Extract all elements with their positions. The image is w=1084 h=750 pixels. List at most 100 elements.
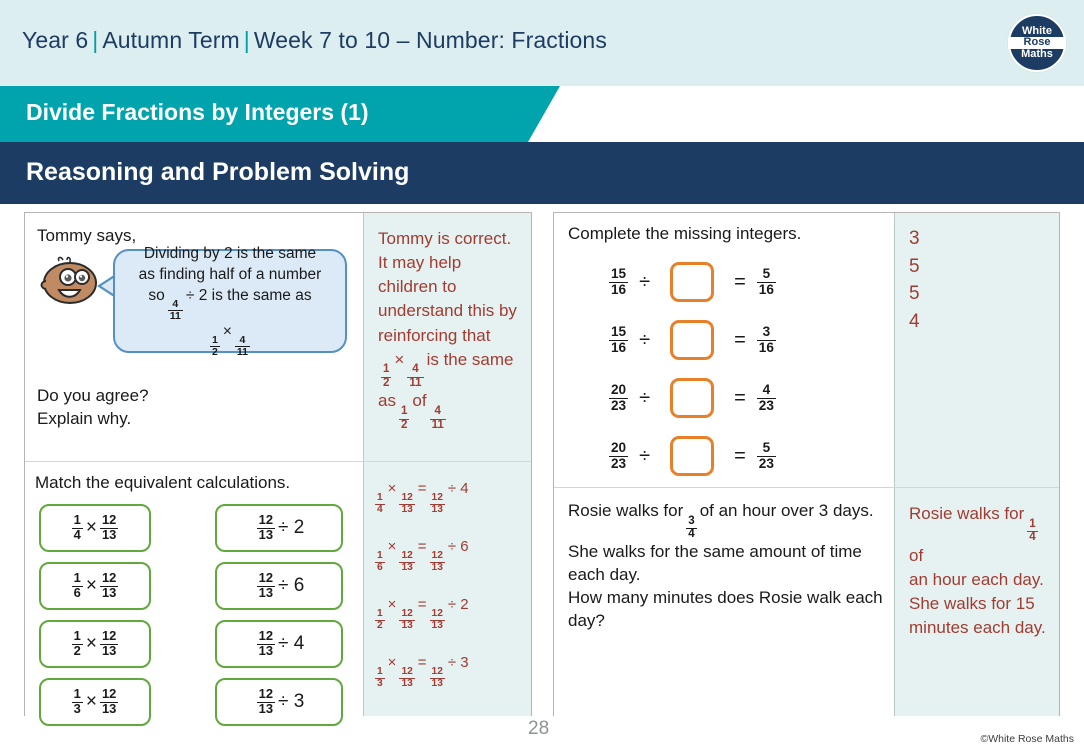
answer-input-box[interactable] xyxy=(670,436,715,476)
equals-sign: = xyxy=(734,386,746,409)
answer-fraction-1-2-b: 12 xyxy=(398,405,410,431)
answer-input-box[interactable] xyxy=(670,262,715,302)
fraction-denominator: 11 xyxy=(407,376,424,389)
white-rose-maths-logo: White Rose Maths xyxy=(1008,14,1066,72)
fraction-denominator: 13 xyxy=(399,619,415,631)
rosie-line-3: each day. xyxy=(568,564,641,584)
fraction-denominator: 11 xyxy=(167,310,183,323)
card-fraction-2: 12 13 xyxy=(99,629,119,658)
divide-sign: ÷ xyxy=(639,386,651,409)
fraction-numerator: 12 xyxy=(431,607,443,619)
fraction-numerator: 4 xyxy=(172,297,179,310)
equals-sign: = xyxy=(734,270,746,293)
fraction-numerator: 1 xyxy=(73,570,81,586)
card-fraction: 12 13 xyxy=(256,628,276,658)
fraction-numerator: 3 xyxy=(688,514,695,527)
ans-fraction: 13 xyxy=(375,665,385,689)
card-operator: × xyxy=(85,633,97,654)
question-2-title: Match the equivalent calculations. xyxy=(35,473,291,492)
missing-integer-row-2: 15 16 ÷ = 3 16 xyxy=(606,319,846,361)
fraction-denominator: 13 xyxy=(429,503,445,515)
card-fraction: 12 xyxy=(71,629,83,658)
answer-line-2: It may help xyxy=(378,253,462,273)
card-operator: ÷ xyxy=(278,633,289,654)
rosie-line-1-post: of an hour over 3 days. xyxy=(699,501,874,520)
answer-4-line-2: an hour each day. xyxy=(909,569,1044,589)
ans-fraction-2: 12 13 xyxy=(399,492,415,515)
fraction-denominator: 2 xyxy=(209,346,220,359)
topic-banner: Divide Fractions by Integers (1) xyxy=(0,86,560,142)
match-card-right-3[interactable]: 12 13 ÷ 4 xyxy=(215,620,343,668)
fraction-numerator: 4 xyxy=(434,405,441,418)
fraction-numerator: 12 xyxy=(401,665,413,677)
fraction-numerator: 12 xyxy=(401,549,413,561)
answer-4-cell: Rosie walks for 1 4 of an hour each day. Sh… xyxy=(894,488,1059,716)
match-card-left-3[interactable]: 1 2 × 12 13 xyxy=(39,620,151,668)
fraction-denominator: 13 xyxy=(99,527,119,542)
ans-fraction-2: 12 13 xyxy=(399,665,415,689)
answer-3-list: 3 5 5 4 xyxy=(909,225,920,335)
match-card-left-1[interactable]: 1 4 × 12 13 xyxy=(39,504,151,552)
answer-1-text: Tommy is correct. It may help children t… xyxy=(378,227,518,431)
fraction-denominator: 13 xyxy=(256,701,276,716)
answer-value-1: 3 xyxy=(909,228,920,249)
question-1-intro: Tommy says, xyxy=(37,226,137,245)
equals-sign: = xyxy=(734,444,746,467)
fraction-numerator: 15 xyxy=(611,266,627,282)
bubble-line-2: as finding half of a number xyxy=(138,265,322,283)
page-number: 28 xyxy=(528,718,550,739)
logo-line-3: Maths xyxy=(1021,47,1053,60)
fraction-numerator: 1 xyxy=(377,607,383,619)
match-card-left-2[interactable]: 1 6 × 12 13 xyxy=(39,562,151,610)
fraction-denominator: 3 xyxy=(375,677,385,689)
fraction-numerator: 20 xyxy=(611,382,627,398)
card-integer: 6 xyxy=(293,575,305,596)
tommy-avatar-icon xyxy=(37,255,99,309)
answer-of-word: of xyxy=(412,391,427,411)
row-fraction-right: 5 16 xyxy=(756,267,776,296)
bubble-fraction-4-11: 4 11 xyxy=(167,297,183,323)
card-operator: × xyxy=(85,575,97,596)
ans-integer: 6 xyxy=(460,538,469,555)
match-card-right-1[interactable]: 12 13 ÷ 2 xyxy=(215,504,343,552)
table-row: Tommy says, Dividing by 2 is the same as… xyxy=(25,213,531,461)
missing-integer-row-3: 20 23 ÷ = 4 23 xyxy=(606,377,846,419)
fraction-numerator: 12 xyxy=(101,570,117,586)
match-card-left-4[interactable]: 1 3 × 12 13 xyxy=(39,678,151,726)
fraction-numerator: 1 xyxy=(377,665,383,677)
answer-4-line-4: minutes each day. xyxy=(909,618,1046,638)
divide-sign: ÷ xyxy=(639,328,651,351)
bubble-line-3-pre: so xyxy=(148,286,165,304)
page-title: Year 6 | Autumn Term | Week 7 to 10 – Number… xyxy=(22,27,607,54)
match-card-right-2[interactable]: 12 13 ÷ 6 xyxy=(215,562,343,610)
answer-input-box[interactable] xyxy=(670,378,715,418)
fraction-denominator: 6 xyxy=(71,585,83,600)
fraction-denominator: 16 xyxy=(609,340,629,355)
answer-fraction-1-2: 12 xyxy=(381,363,392,389)
bubble-multiply-sign: × xyxy=(222,322,232,340)
answer-value-3: 5 xyxy=(909,283,920,305)
section-banner-label: Reasoning and Problem Solving xyxy=(26,158,410,186)
equals-sign: = xyxy=(734,328,746,351)
card-fraction: 16 xyxy=(71,570,83,600)
fraction-denominator: 13 xyxy=(399,677,415,689)
rosie-line-2: She walks for the same amount of time xyxy=(568,541,862,561)
fraction-numerator: 20 xyxy=(611,440,627,456)
fraction-denominator: 3 xyxy=(71,701,83,716)
fraction-denominator: 11 xyxy=(429,418,446,431)
fraction-numerator: 4 xyxy=(762,382,771,398)
card-operator: ÷ xyxy=(278,575,289,596)
prompt-line-1: Do you agree? xyxy=(37,386,149,405)
fraction-numerator: 12 xyxy=(258,628,274,644)
question-4-cell: Rosie walks for 3 4 of an hour over 3 days.… xyxy=(554,488,894,716)
ans-fraction-3: 12 13 xyxy=(429,666,445,689)
fraction-numerator: 1 xyxy=(383,363,390,376)
match-card-right-4[interactable]: 12 13 ÷ 3 xyxy=(215,678,343,726)
missing-integer-row-1: 15 16 ÷ = 5 16 xyxy=(606,261,846,303)
missing-integer-row-4: 20 23 ÷ = 5 23 xyxy=(606,435,846,477)
rosie-fraction-3-4: 34 xyxy=(686,514,697,541)
answer-input-box[interactable] xyxy=(670,320,715,360)
row-fraction-right: 5 23 xyxy=(756,440,776,470)
card-fraction-2: 12 13 xyxy=(99,513,119,542)
fraction-numerator: 5 xyxy=(762,440,771,456)
